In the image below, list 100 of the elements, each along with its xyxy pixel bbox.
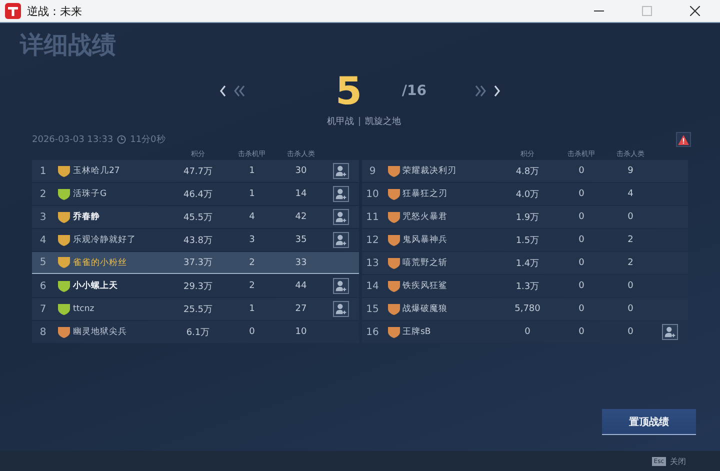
- player-name: 狂暴狂之刃: [402, 188, 448, 200]
- player-row[interactable]: 9 荣耀裁决利刃 4.8万 0 9: [362, 160, 688, 182]
- add-friend-button[interactable]: [332, 301, 348, 317]
- player-row[interactable]: 15 战爆破魔狼 5,780 0 0: [362, 298, 688, 320]
- rank-cell-text: 12: [365, 234, 380, 246]
- player-count: /16: [402, 83, 427, 99]
- score-cell-text: 1.5万: [514, 234, 540, 246]
- add-friend-button[interactable]: [662, 324, 678, 340]
- rank-number: 5: [335, 69, 362, 113]
- rank-cell-text: 8: [38, 326, 48, 338]
- report-button[interactable]: [676, 132, 691, 147]
- score-cell-text: 0: [524, 327, 532, 337]
- mech-kills-cell-text: 2: [248, 258, 256, 268]
- add-friend-button[interactable]: [332, 186, 348, 202]
- player-name: 活珠子G: [73, 188, 107, 200]
- human-kills-cell-text: 0: [626, 212, 634, 222]
- rank-cell-text: 1: [38, 166, 48, 176]
- human-kills-cell-text: 42: [294, 212, 308, 222]
- score-cell-text: 6.1万: [185, 326, 211, 338]
- player-row[interactable]: 2 活珠子G 46.4万 1 14: [32, 183, 358, 205]
- rank-cell-text: 13: [365, 258, 380, 268]
- last-icon[interactable]: [474, 85, 487, 97]
- mech-kills-cell-text: 1: [248, 189, 256, 199]
- rank-cell-text: 7: [38, 304, 48, 314]
- rank-cell-text: 3: [38, 212, 48, 222]
- score-cell-text: 1.4万: [514, 258, 540, 270]
- player-name: 幽灵地狱尖兵: [73, 326, 127, 338]
- mech-kills-cell-text: 0: [578, 304, 586, 314]
- player-row[interactable]: 10 狂暴狂之刃 4.0万 0 4: [362, 183, 688, 205]
- score-cell-text: 47.7万: [182, 166, 214, 178]
- window-title: 逆战：未来: [27, 4, 82, 18]
- human-kills-cell-text: 27: [294, 304, 308, 314]
- mech-kills-cell-text: 1: [248, 166, 256, 176]
- score-cell-text: 25.5万: [182, 304, 214, 316]
- human-kills-cell-text: 0: [626, 327, 634, 337]
- rank-cell-text: 15: [365, 304, 380, 314]
- close-icon[interactable]: [690, 6, 700, 16]
- rank-cell-text: 2: [38, 188, 48, 200]
- mech-kills-cell-text: 0: [578, 212, 586, 222]
- player-row[interactable]: 1 玉林哈几27 47.7万 1 30: [32, 160, 358, 182]
- player-row[interactable]: 13 嘻荒野之斩 1.4万 0 2: [362, 252, 688, 274]
- human-kills-cell-text: 9: [626, 166, 634, 176]
- rank-cell-text: 10: [365, 188, 380, 200]
- player-row[interactable]: 5 雀雀的小粉丝 37.3万 2 33: [32, 252, 358, 274]
- score-cell-text: 1.9万: [514, 212, 540, 224]
- human-kills-cell-text: 44: [294, 281, 308, 291]
- player-name: 王牌sB: [402, 326, 431, 338]
- player-name: 荣耀裁决利刃: [402, 165, 456, 177]
- app-logo-icon: [5, 3, 21, 19]
- rank-cell-text: 16: [365, 326, 380, 338]
- add-friend-button[interactable]: [332, 163, 348, 179]
- rank-cell-text: 14: [365, 280, 380, 292]
- player-row[interactable]: 6 小小螺上天 29.3万 2 44: [32, 275, 358, 297]
- add-friend-button[interactable]: [332, 232, 348, 248]
- player-name: 乔春静: [73, 211, 100, 223]
- player-name: 嘻荒野之斩: [402, 257, 448, 269]
- human-kills-cell-text: 0: [626, 304, 634, 314]
- score-cell-text: 5,780: [514, 304, 542, 314]
- score-cell-text: 46.4万: [182, 188, 214, 200]
- player-name: 铁疾风狂鲨: [402, 280, 448, 292]
- player-row[interactable]: 3 乔春静 45.5万 4 42: [32, 206, 358, 228]
- player-row[interactable]: 8 幽灵地狱尖兵 6.1万 0 10: [32, 321, 358, 343]
- pin-record-button[interactable]: 置顶战绩: [602, 409, 696, 435]
- score-cell-text: 43.8万: [182, 234, 214, 246]
- score-cell-text: 4.8万: [514, 166, 540, 178]
- rank-cell-text: 4: [38, 234, 48, 246]
- player-row[interactable]: 7 ttcnz 25.5万 1 27: [32, 298, 358, 320]
- player-row[interactable]: 4 乐观冷静就好了 43.8万 3 35: [32, 229, 358, 251]
- human-kills-cell-text: 0: [626, 281, 634, 291]
- player-name: 乐观冷静就好了: [73, 234, 136, 246]
- mech-kills-cell-text: 0: [578, 281, 586, 291]
- mech-kills-cell-text: 0: [578, 258, 586, 268]
- rank-cell-text: 9: [368, 166, 377, 176]
- score-cell-text: 45.5万: [182, 212, 214, 224]
- human-kills-cell-text: 35: [294, 235, 308, 245]
- first-icon[interactable]: [233, 85, 246, 97]
- mech-kills-cell-text: 0: [578, 189, 586, 199]
- human-kills-cell-text: 10: [294, 327, 308, 337]
- score-cell-text: 29.3万: [182, 280, 214, 292]
- player-name: 玉林哈几27: [73, 165, 120, 177]
- close-hint[interactable]: 关闭: [670, 456, 686, 466]
- mech-kills-cell-text: 0: [578, 235, 586, 245]
- add-friend-button[interactable]: [332, 278, 348, 294]
- match-duration: 11分0秒: [130, 134, 166, 146]
- add-friend-button[interactable]: [332, 209, 348, 225]
- player-row[interactable]: 11 咒怒火暴君 1.9万 0 0: [362, 206, 688, 228]
- player-row[interactable]: 12 鬼风暴神兵 1.5万 0 2: [362, 229, 688, 251]
- game-mode: 机甲战: [327, 116, 354, 128]
- score-cell-text: 4.0万: [514, 188, 540, 200]
- player-row[interactable]: 14 铁疾风狂鲨 1.3万 0 0: [362, 275, 688, 297]
- rank-cell-text: 6: [38, 280, 48, 292]
- previous-icon[interactable]: [219, 85, 228, 97]
- player-name: 雀雀的小粉丝: [73, 256, 127, 268]
- human-kills-cell-text: 2: [626, 258, 634, 268]
- next-icon[interactable]: [492, 85, 501, 97]
- score-cell-text: 37.3万: [182, 257, 214, 269]
- rank-cell-text: 11: [365, 212, 380, 222]
- human-kills-cell-text: 14: [294, 189, 308, 199]
- human-kills-cell-text: 33: [294, 258, 308, 268]
- rank-cell-text: 5: [38, 257, 48, 268]
